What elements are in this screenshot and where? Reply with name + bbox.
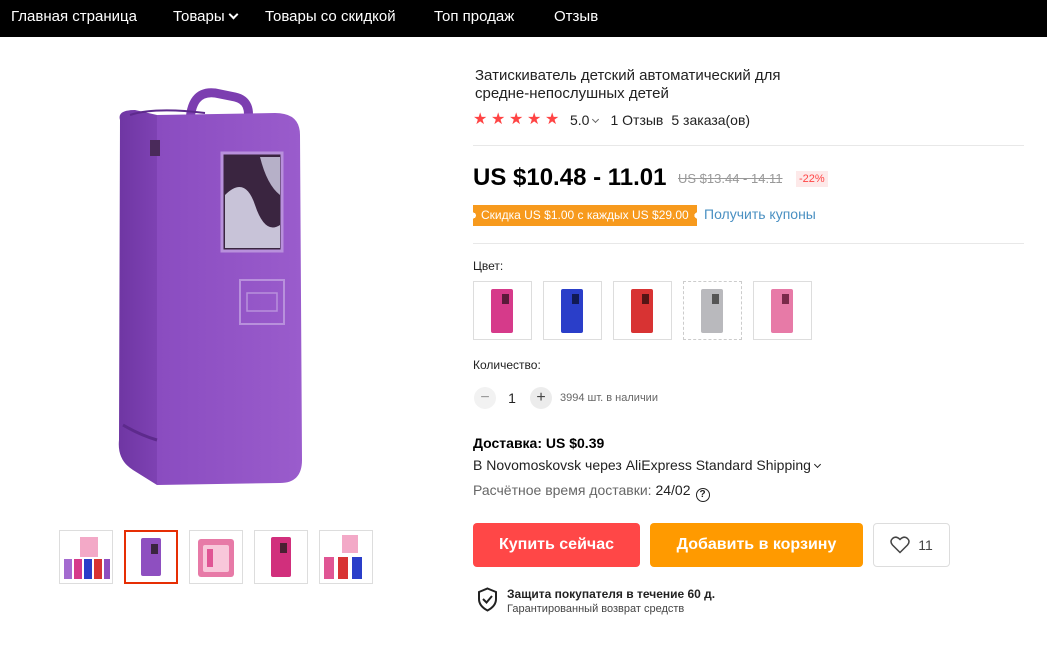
star-icon: ★: [491, 111, 506, 128]
color-option-grey[interactable]: [683, 281, 742, 340]
color-option-blue[interactable]: [543, 281, 602, 340]
delivery-estimate: Расчётное время доставки: 24/02?: [473, 482, 710, 502]
get-coupons-link[interactable]: Получить купоны: [704, 206, 816, 222]
nav-feedback[interactable]: Отзыв: [554, 8, 598, 26]
nav-products[interactable]: Товары: [173, 8, 239, 26]
wishlist-count: 11: [918, 537, 933, 553]
current-price: US $10.48 - 11.01: [473, 164, 667, 191]
star-icon: ★: [473, 111, 488, 128]
buyer-protection: Защита покупателя в течение 60 д. Гарант…: [477, 587, 715, 617]
thumb-magenta[interactable]: [254, 530, 308, 584]
rating-value[interactable]: 5.0: [570, 112, 600, 128]
quantity-value[interactable]: 1: [506, 390, 518, 406]
old-price: US $13.44 - 14.11: [678, 171, 783, 186]
star-icon: ★: [545, 111, 560, 128]
delivery-date: 24/02: [655, 482, 691, 498]
color-option-red[interactable]: [613, 281, 672, 340]
protection-title: Защита покупателя в течение 60 д.: [507, 587, 716, 601]
heart-icon: [890, 536, 910, 554]
stock-available: 3994 шт. в наличии: [560, 392, 658, 404]
shield-check-icon: [478, 587, 497, 612]
shipping-cost: Доставка: US $0.39: [473, 435, 605, 451]
thumb-assorted[interactable]: [319, 530, 373, 584]
buy-now-button[interactable]: Купить сейчас: [473, 523, 640, 567]
main-product-image[interactable]: [95, 85, 325, 490]
star-icon: ★: [527, 111, 542, 128]
rating-stars: ★ ★ ★ ★ ★: [473, 112, 563, 128]
color-label: Цвет:: [473, 259, 504, 273]
quantity-decrease-button[interactable]: −: [474, 387, 496, 409]
rating-row: ★ ★ ★ ★ ★ 5.0 1 Отзыв 5 заказа(ов): [473, 111, 750, 129]
product-title: Затискиватель детский автоматический для…: [475, 67, 781, 102]
orders-count: 5 заказа(ов): [671, 112, 751, 128]
nav-home[interactable]: Главная страница: [11, 8, 137, 26]
protection-text: Защита покупателя в течение 60 д. Гарант…: [507, 587, 715, 617]
thumb-multi-color[interactable]: [59, 530, 113, 584]
help-icon[interactable]: ?: [695, 488, 710, 502]
rating-value-text: 5.0: [570, 112, 590, 128]
divider: [473, 243, 1024, 244]
protection-subtitle: Гарантированный возврат средств: [507, 603, 685, 615]
reviews-link[interactable]: 1 Отзыв: [610, 112, 663, 128]
shipping-route-text: В Novomoskovsk через AliExpress Standard…: [473, 457, 811, 473]
wishlist-button[interactable]: 11: [873, 523, 950, 567]
coupon-badge: Скидка US $1.00 с каждых US $29.00: [473, 205, 697, 226]
discount-badge: -22%: [796, 171, 828, 187]
nav-top-sales[interactable]: Топ продаж: [434, 8, 514, 26]
chevron-down-icon: [592, 115, 600, 124]
color-option-pink[interactable]: [473, 281, 532, 340]
quantity-label: Количество:: [473, 358, 541, 372]
add-to-cart-button[interactable]: Добавить в корзину: [650, 523, 863, 567]
chevron-down-icon: [813, 460, 821, 469]
thumb-purple[interactable]: [124, 530, 178, 584]
quantity-increase-button[interactable]: +: [530, 387, 552, 409]
nav-discounted[interactable]: Товары со скидкой: [265, 8, 396, 26]
thumb-pink-open[interactable]: [189, 530, 243, 584]
delivery-label: Расчётное время доставки:: [473, 482, 652, 498]
nav-products-label: Товары: [173, 8, 225, 25]
shipping-route-selector[interactable]: В Novomoskovsk через AliExpress Standard…: [473, 457, 821, 473]
divider: [473, 145, 1024, 146]
star-icon: ★: [509, 111, 524, 128]
chevron-down-icon: [228, 9, 239, 20]
top-nav: Главная страница Товары Товары со скидко…: [0, 0, 1047, 37]
color-option-light-pink[interactable]: [753, 281, 812, 340]
